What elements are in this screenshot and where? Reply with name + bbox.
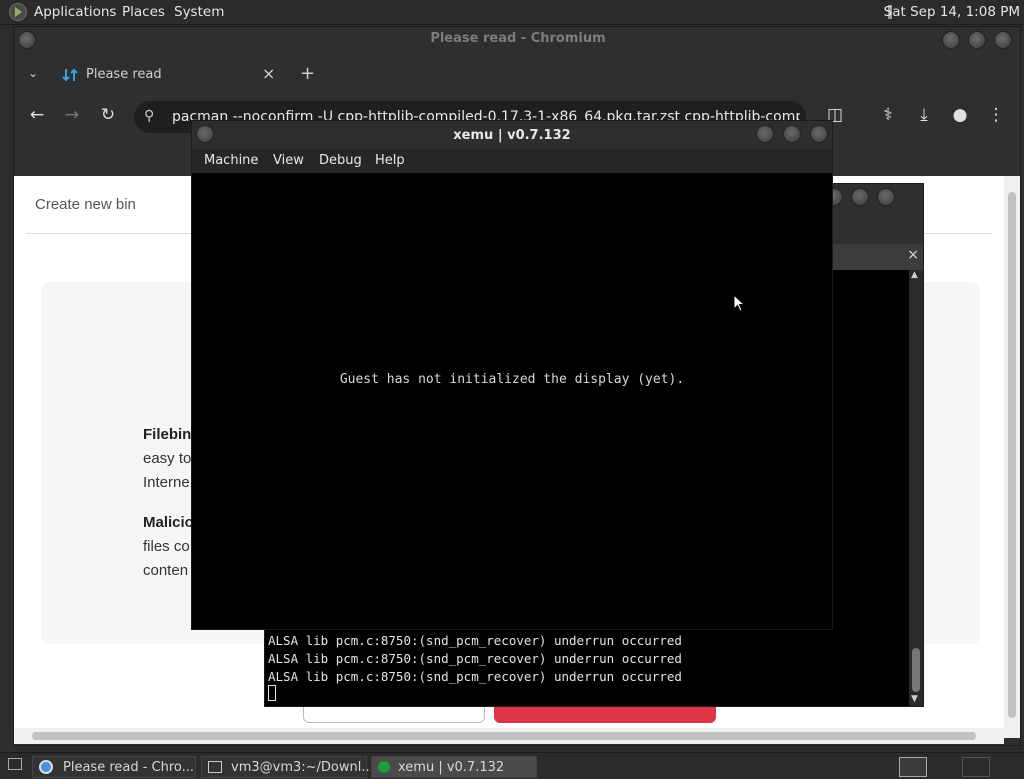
menu-debug[interactable]: Debug <box>319 153 362 168</box>
clock[interactable]: Sat Sep 14, 1:08 PM <box>884 4 1020 20</box>
close-button[interactable] <box>877 188 895 206</box>
terminal-line: ALSA lib pcm.c:8750:(snd_pcm_recover) un… <box>268 633 682 648</box>
xemu-menubar: Machine View Debug Help <box>192 149 832 173</box>
xemu-display[interactable]: Guest has not initialized the display (y… <box>192 173 832 629</box>
os-logo-icon[interactable] <box>9 3 27 21</box>
guest-status-message: Guest has not initialized the display (y… <box>339 372 685 387</box>
mouse-pointer-icon <box>733 294 745 312</box>
taskbar: Please read - Chro... vm3@vm3:~/Downl...… <box>0 752 1024 779</box>
labs-icon[interactable]: ⚕ <box>877 105 899 125</box>
tab-label: Please read <box>86 67 162 82</box>
task-chromium[interactable]: Please read - Chro... <box>32 756 196 778</box>
terminal-cursor <box>268 685 276 701</box>
menu-machine[interactable]: Machine <box>204 153 258 168</box>
minimize-button[interactable] <box>942 31 960 49</box>
tab-close-icon[interactable]: × <box>262 64 275 83</box>
tab-search-chevron-icon[interactable]: ⌄ <box>28 66 38 80</box>
window-title: Please read - Chromium <box>430 31 606 46</box>
maximize-button[interactable] <box>851 188 869 206</box>
terminal-tab-close-icon[interactable]: × <box>907 247 919 263</box>
terminal-line: ALSA lib pcm.c:8750:(snd_pcm_recover) un… <box>268 651 682 666</box>
chrome-icon <box>39 760 53 774</box>
menu-help[interactable]: Help <box>375 153 405 168</box>
scroll-thumb[interactable] <box>912 648 920 692</box>
task-xemu[interactable]: xemu | v0.7.132 <box>371 756 537 778</box>
filebin-text-line: Interne <box>143 474 190 491</box>
maximize-button[interactable] <box>968 31 986 49</box>
horizontal-scrollbar[interactable] <box>14 728 1004 744</box>
close-button[interactable] <box>994 31 1012 49</box>
task-terminal[interactable]: vm3@vm3:~/Downl... <box>201 756 374 778</box>
search-icon: ⚲ <box>144 108 155 124</box>
reload-icon[interactable]: ↻ <box>97 105 119 125</box>
window-title: xemu | v0.7.132 <box>453 128 571 143</box>
task-label: vm3@vm3:~/Downl... <box>231 760 374 775</box>
malicious-heading: Malicio <box>143 514 194 531</box>
tab-please-read[interactable]: Please read × <box>54 62 286 88</box>
system-menu[interactable]: System <box>174 4 224 20</box>
places-menu[interactable]: Places <box>122 4 165 20</box>
download-icon[interactable]: ⤓ <box>913 105 935 125</box>
terminal-icon <box>208 761 222 773</box>
xemu-window: xemu | v0.7.132 Machine View Debug Help … <box>191 120 833 630</box>
forward-icon[interactable]: → <box>61 105 83 125</box>
terminal-scrollbar[interactable]: ▲ ▼ <box>909 270 923 706</box>
task-label: xemu | v0.7.132 <box>398 760 505 775</box>
new-tab-button[interactable]: + <box>300 63 315 84</box>
close-button[interactable] <box>810 125 828 143</box>
filebin-favicon-icon <box>62 68 78 82</box>
top-panel: Applications Places System Sat Sep 14, 1… <box>0 0 1024 25</box>
filebin-heading: Filebin <box>143 426 192 443</box>
filebin-text-line: easy to <box>143 450 192 467</box>
scroll-down-icon[interactable]: ▼ <box>911 694 918 704</box>
vertical-scrollbar[interactable] <box>1004 176 1020 738</box>
maximize-button[interactable] <box>783 125 801 143</box>
scroll-up-icon[interactable]: ▲ <box>911 270 918 280</box>
xemu-icon <box>378 761 390 773</box>
profile-icon[interactable]: ● <box>949 105 971 125</box>
terminal-line: ALSA lib pcm.c:8750:(snd_pcm_recover) un… <box>268 669 682 684</box>
menu-icon[interactable]: ⋮ <box>985 105 1007 125</box>
workspace-2[interactable] <box>962 757 990 777</box>
applications-menu[interactable]: Applications <box>34 4 116 20</box>
workspace-1[interactable] <box>899 757 927 777</box>
menu-view[interactable]: View <box>273 153 304 168</box>
minimize-button[interactable] <box>756 125 774 143</box>
scroll-thumb[interactable] <box>1008 192 1016 718</box>
malicious-text-line: conten <box>143 562 189 579</box>
malicious-text-line: files co <box>143 538 190 555</box>
task-label: Please read - Chro... <box>63 760 195 775</box>
show-desktop-icon[interactable] <box>8 758 22 770</box>
create-new-bin-link[interactable]: Create new bin <box>35 196 136 213</box>
scroll-thumb[interactable] <box>32 732 976 740</box>
back-icon[interactable]: ← <box>26 105 48 125</box>
